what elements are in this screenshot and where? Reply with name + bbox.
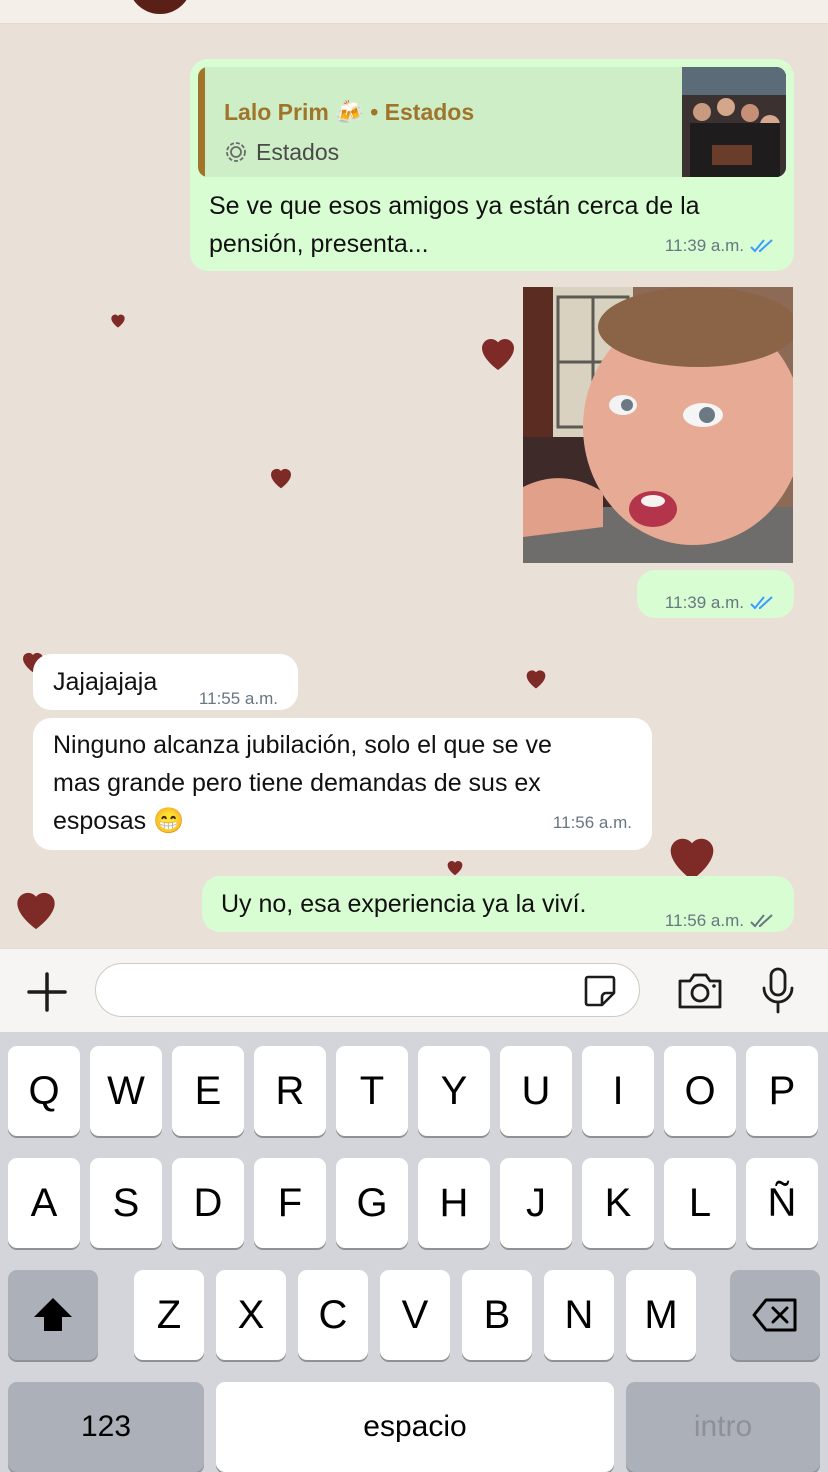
message-meta: 11:39 a.m.	[665, 227, 776, 265]
return-key[interactable]: intro	[626, 1382, 820, 1472]
backspace-icon	[752, 1298, 797, 1332]
message-composer	[0, 948, 828, 1032]
outgoing-photo-meta-bubble[interactable]: 11:39 a.m.	[637, 570, 794, 618]
key-i[interactable]: I	[582, 1046, 654, 1136]
message-text: Jajajajaja	[53, 668, 158, 696]
key-l[interactable]: L	[664, 1158, 736, 1248]
chat-header	[0, 0, 828, 24]
incoming-message[interactable]: Jajajajaja 11:55 a.m.	[33, 654, 298, 710]
sticker-icon[interactable]	[581, 972, 619, 1010]
key-v[interactable]: V	[380, 1270, 450, 1360]
key-w[interactable]: W	[90, 1046, 162, 1136]
message-input[interactable]	[95, 963, 640, 1017]
wallpaper-heart-icon	[526, 670, 546, 689]
key-c[interactable]: C	[298, 1270, 368, 1360]
delivered-receipt-icon	[750, 914, 773, 928]
key-u[interactable]: U	[500, 1046, 572, 1136]
key-b[interactable]: B	[462, 1270, 532, 1360]
message-text-line: Ninguno alcanza jubilación, solo el que …	[53, 731, 552, 759]
message-time: 11:39 a.m.	[664, 593, 744, 612]
wallpaper-heart-icon	[447, 861, 463, 876]
message-text-line: esposas 😁	[53, 807, 185, 835]
key-s[interactable]: S	[90, 1158, 162, 1248]
contact-avatar[interactable]	[128, 0, 192, 14]
message-text-line: pensión, presenta...	[209, 230, 429, 258]
status-ring-icon	[226, 142, 246, 162]
message-meta: 11:55 a.m.	[199, 680, 278, 718]
quote-source: • Estados	[370, 99, 475, 125]
message-meta: 11:56 a.m.	[665, 902, 776, 940]
status-thumbnail[interactable]	[682, 67, 786, 177]
key-x[interactable]: X	[216, 1270, 286, 1360]
message-time: 11:56 a.m.	[664, 911, 744, 930]
wallpaper-heart-icon	[271, 468, 291, 489]
message-meta: 11:56 a.m.	[553, 804, 632, 842]
space-key[interactable]: espacio	[216, 1382, 614, 1472]
outgoing-message-status-reply[interactable]: Lalo Prim 🍻 • Estados Estados Se ve que …	[190, 59, 794, 271]
quote-subtitle: Estados	[224, 133, 339, 171]
key-f[interactable]: F	[254, 1158, 326, 1248]
shift-arrow-icon	[34, 1298, 72, 1331]
numbers-key[interactable]: 123	[8, 1382, 204, 1472]
read-receipt-icon	[750, 596, 773, 610]
quote-accent-bar	[198, 67, 205, 177]
key-r[interactable]: R	[254, 1046, 326, 1136]
key-o[interactable]: O	[664, 1046, 736, 1136]
read-receipt-icon	[750, 239, 773, 253]
key-k[interactable]: K	[582, 1158, 654, 1248]
quoted-status[interactable]: Lalo Prim 🍻 • Estados Estados	[198, 67, 786, 177]
wallpaper-heart-icon	[111, 314, 125, 328]
sent-photo[interactable]	[523, 287, 793, 563]
chat-area: Lalo Prim 🍻 • Estados Estados Se ve que …	[0, 24, 828, 948]
wallpaper-heart-icon	[482, 339, 514, 370]
message-text: Se ve que esos amigos ya están cerca de …	[209, 187, 700, 263]
key-g[interactable]: G	[336, 1158, 408, 1248]
camera-icon[interactable]	[676, 969, 724, 1013]
message-text: Uy no, esa experiencia ya la viví.	[221, 890, 587, 918]
key-ñ[interactable]: Ñ	[746, 1158, 818, 1248]
message-meta: 11:39 a.m.	[665, 584, 776, 622]
key-p[interactable]: P	[746, 1046, 818, 1136]
quote-author: Lalo Prim 🍻	[224, 99, 364, 125]
message-text: Ninguno alcanza jubilación, solo el que …	[53, 726, 552, 840]
quote-author-line: Lalo Prim 🍻 • Estados	[224, 93, 474, 131]
key-e[interactable]: E	[172, 1046, 244, 1136]
key-a[interactable]: A	[8, 1158, 80, 1248]
message-time: 11:56 a.m.	[552, 813, 632, 832]
key-n[interactable]: N	[544, 1270, 614, 1360]
message-time: 11:55 a.m.	[198, 689, 278, 708]
key-d[interactable]: D	[172, 1158, 244, 1248]
shift-key[interactable]	[8, 1270, 98, 1360]
key-q[interactable]: Q	[8, 1046, 80, 1136]
key-z[interactable]: Z	[134, 1270, 204, 1360]
message-text-line: Se ve que esos amigos ya están cerca de …	[209, 192, 700, 220]
group-photo-image	[682, 67, 786, 177]
microphone-icon[interactable]	[758, 965, 798, 1017]
backspace-key[interactable]	[730, 1270, 820, 1360]
key-h[interactable]: H	[418, 1158, 490, 1248]
onscreen-keyboard: QWERTYUIOP ASDFGHJKLÑ ZXCVBNM 123 espaci…	[0, 1032, 828, 1472]
child-photo-image	[523, 287, 793, 563]
outgoing-message[interactable]: Uy no, esa experiencia ya la viví. 11:56…	[202, 876, 794, 932]
incoming-message[interactable]: Ninguno alcanza jubilación, solo el que …	[33, 718, 652, 850]
attach-plus-icon[interactable]	[24, 969, 70, 1015]
key-m[interactable]: M	[626, 1270, 696, 1360]
key-j[interactable]: J	[500, 1158, 572, 1248]
message-time: 11:39 a.m.	[664, 236, 744, 255]
key-y[interactable]: Y	[418, 1046, 490, 1136]
message-text-line: mas grande pero tiene demandas de sus ex	[53, 769, 541, 797]
wallpaper-heart-icon	[17, 892, 55, 929]
key-t[interactable]: T	[336, 1046, 408, 1136]
quote-sub-label: Estados	[256, 139, 340, 165]
